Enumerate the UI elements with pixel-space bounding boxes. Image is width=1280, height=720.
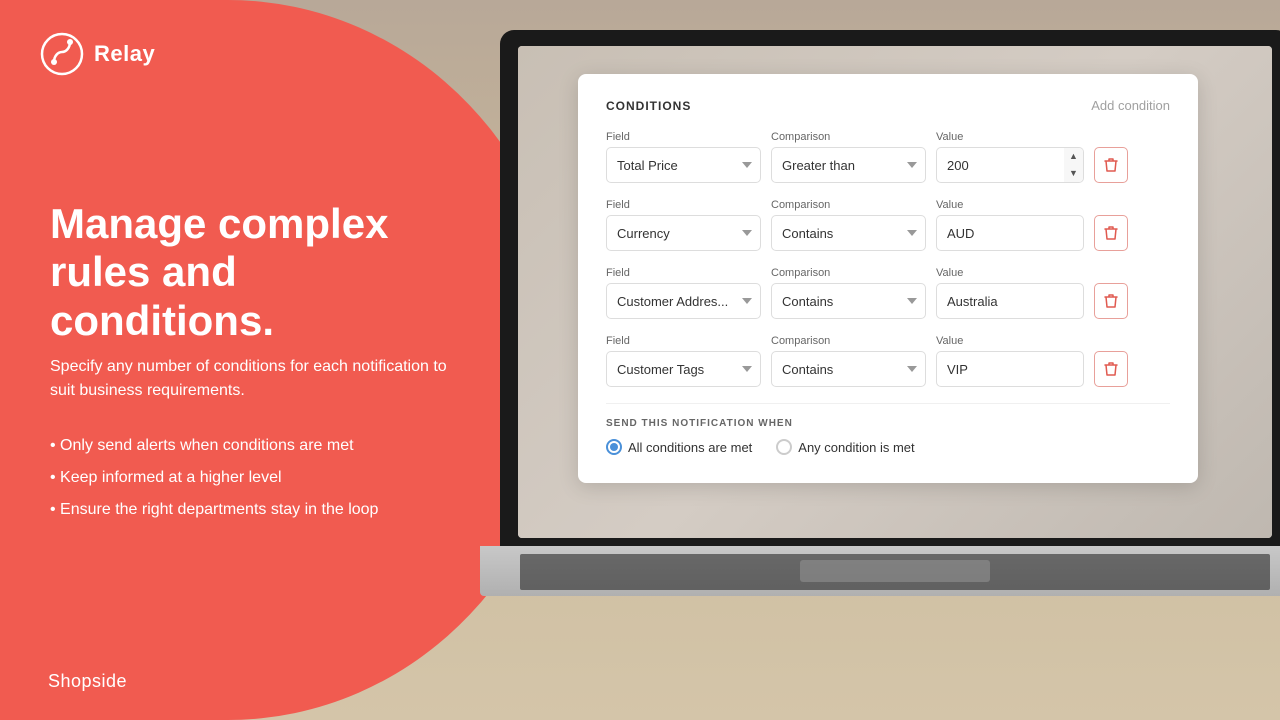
value-label-4: Value bbox=[936, 335, 1084, 347]
radio-any-condition[interactable]: Any condition is met bbox=[776, 439, 914, 455]
bullet-item-2: Keep informed at a higher level bbox=[50, 462, 378, 494]
comparison-label-4: Comparison bbox=[771, 335, 926, 347]
field-select-1[interactable]: Total Price bbox=[606, 147, 761, 183]
comparison-select-1[interactable]: Greater than bbox=[771, 147, 926, 183]
value-input-1[interactable] bbox=[936, 147, 1064, 183]
conditions-header: CONDITIONS Add condition bbox=[606, 98, 1170, 113]
send-when-section: SEND THIS NOTIFICATION WHEN All conditio… bbox=[606, 403, 1170, 455]
value-col-1: Value ▲ ▼ bbox=[936, 131, 1084, 183]
trash-icon-3 bbox=[1104, 293, 1118, 309]
field-label-2: Field bbox=[606, 199, 761, 211]
condition-row-2: Field Currency Comparison Contains Value bbox=[606, 199, 1170, 251]
value-input-3[interactable] bbox=[936, 283, 1084, 319]
value-col-2: Value bbox=[936, 199, 1084, 251]
value-input-4[interactable] bbox=[936, 351, 1084, 387]
field-label-3: Field bbox=[606, 267, 761, 279]
trash-icon-4 bbox=[1104, 361, 1118, 377]
field-col-3: Field Customer Addres... bbox=[606, 267, 761, 319]
field-label-1: Field bbox=[606, 131, 761, 143]
subtext: Specify any number of conditions for eac… bbox=[50, 355, 470, 403]
laptop-screen: CONDITIONS Add condition Field Total Pri… bbox=[518, 46, 1272, 538]
conditions-title: CONDITIONS bbox=[606, 99, 691, 113]
comparison-select-4[interactable]: Contains bbox=[771, 351, 926, 387]
condition-row-3: Field Customer Addres... Comparison Cont… bbox=[606, 267, 1170, 319]
bullet-item-3: Ensure the right departments stay in the… bbox=[50, 494, 378, 526]
comparison-label-2: Comparison bbox=[771, 199, 926, 211]
value-label-3: Value bbox=[936, 267, 1084, 279]
radio-circle-any bbox=[776, 439, 792, 455]
value-spinners-1: ▲ ▼ bbox=[1064, 147, 1084, 183]
comparison-col-2: Comparison Contains bbox=[771, 199, 926, 251]
laptop-trackpad bbox=[800, 560, 990, 582]
comparison-col-4: Comparison Contains bbox=[771, 335, 926, 387]
delete-btn-3[interactable] bbox=[1094, 283, 1128, 319]
value-col-4: Value bbox=[936, 335, 1084, 387]
radio-group: All conditions are met Any condition is … bbox=[606, 439, 1170, 455]
comparison-label-1: Comparison bbox=[771, 131, 926, 143]
brand-bottom: Shopside bbox=[48, 671, 127, 692]
field-col-1: Field Total Price bbox=[606, 131, 761, 183]
value-col-3: Value bbox=[936, 267, 1084, 319]
comparison-select-3[interactable]: Contains bbox=[771, 283, 926, 319]
comparison-label-3: Comparison bbox=[771, 267, 926, 279]
delete-btn-2[interactable] bbox=[1094, 215, 1128, 251]
value-up-1[interactable]: ▲ bbox=[1064, 148, 1083, 165]
radio-label-any: Any condition is met bbox=[798, 440, 914, 455]
comparison-col-3: Comparison Contains bbox=[771, 267, 926, 319]
app-panel: CONDITIONS Add condition Field Total Pri… bbox=[578, 74, 1198, 483]
relay-logo-icon bbox=[40, 32, 84, 76]
headline: Manage complex rules and conditions. bbox=[50, 200, 470, 345]
radio-label-all: All conditions are met bbox=[628, 440, 752, 455]
comparison-select-2[interactable]: Contains bbox=[771, 215, 926, 251]
condition-row-4: Field Customer Tags Comparison Contains … bbox=[606, 335, 1170, 387]
delete-btn-4[interactable] bbox=[1094, 351, 1128, 387]
trash-icon-1 bbox=[1104, 157, 1118, 173]
bullet-list: Only send alerts when conditions are met… bbox=[50, 430, 378, 526]
field-col-4: Field Customer Tags bbox=[606, 335, 761, 387]
field-label-4: Field bbox=[606, 335, 761, 347]
laptop: CONDITIONS Add condition Field Total Pri… bbox=[480, 30, 1280, 710]
value-down-1[interactable]: ▼ bbox=[1064, 165, 1083, 182]
delete-btn-1[interactable] bbox=[1094, 147, 1128, 183]
radio-all-conditions[interactable]: All conditions are met bbox=[606, 439, 752, 455]
radio-circle-all bbox=[606, 439, 622, 455]
laptop-bezel: CONDITIONS Add condition Field Total Pri… bbox=[500, 30, 1280, 550]
comparison-col-1: Comparison Greater than bbox=[771, 131, 926, 183]
send-when-title: SEND THIS NOTIFICATION WHEN bbox=[606, 418, 1170, 429]
logo-area: Relay bbox=[40, 32, 155, 76]
add-condition-link[interactable]: Add condition bbox=[1091, 98, 1170, 113]
value-input-2[interactable] bbox=[936, 215, 1084, 251]
bullet-item-1: Only send alerts when conditions are met bbox=[50, 430, 378, 462]
field-select-2[interactable]: Currency bbox=[606, 215, 761, 251]
value-label-2: Value bbox=[936, 199, 1084, 211]
field-col-2: Field Currency bbox=[606, 199, 761, 251]
field-select-4[interactable]: Customer Tags bbox=[606, 351, 761, 387]
logo-text: Relay bbox=[94, 41, 155, 67]
field-select-3[interactable]: Customer Addres... bbox=[606, 283, 761, 319]
condition-row-1: Field Total Price Comparison Greater tha… bbox=[606, 131, 1170, 183]
trash-icon-2 bbox=[1104, 225, 1118, 241]
value-wrap-1: ▲ ▼ bbox=[936, 147, 1084, 183]
value-label-1: Value bbox=[936, 131, 1084, 143]
